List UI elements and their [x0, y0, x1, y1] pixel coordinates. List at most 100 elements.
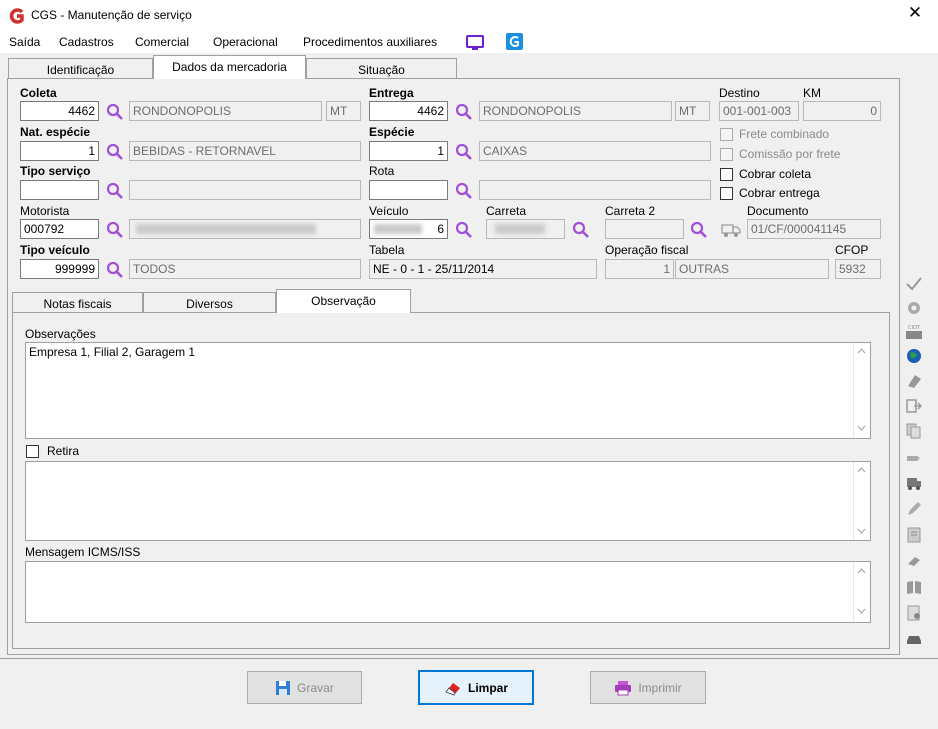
veiculo-input[interactable]: 6 [369, 219, 448, 239]
observacoes-text: Empresa 1, Filial 2, Garagem 1 [29, 345, 196, 359]
menu-comercial[interactable]: Comercial [135, 35, 189, 49]
tab-diversos[interactable]: Diversos [143, 292, 276, 312]
gear-icon[interactable] [905, 299, 923, 317]
nat-especie-search-icon[interactable] [106, 143, 124, 161]
tipo-veiculo-code-input[interactable]: 999999 [20, 259, 99, 279]
redacted-text [136, 224, 316, 234]
tabela-field: NE - 0 - 1 - 25/11/2014 [369, 259, 597, 279]
limpar-button[interactable]: Limpar [418, 670, 534, 705]
cobrar-entrega-checkbox[interactable] [720, 187, 733, 200]
check-icon[interactable] [905, 275, 923, 293]
entrega-search-icon[interactable] [455, 103, 473, 121]
rota-search-icon[interactable] [455, 182, 473, 200]
icms-textarea[interactable] [25, 561, 871, 623]
floppy-icon [276, 680, 291, 695]
tipo-servico-search-icon[interactable] [106, 182, 124, 200]
scroll-down-icon[interactable] [857, 528, 866, 534]
gravar-button[interactable]: Gravar [247, 671, 362, 704]
printer-icon [615, 680, 632, 695]
redacted-text [495, 224, 545, 234]
nat-especie-code-input[interactable]: 1 [20, 141, 99, 161]
retira-textarea[interactable] [25, 461, 871, 541]
truck-side-icon[interactable] [905, 474, 923, 492]
entrega-code-input[interactable]: 4462 [369, 101, 448, 121]
truck-icon[interactable] [721, 222, 741, 238]
documento-field: 01/CF/000041145 [747, 219, 881, 239]
scroll-down-icon[interactable] [857, 425, 866, 431]
tab-observacao[interactable]: Observação [276, 289, 411, 313]
tab-notas-fiscais[interactable]: Notas fiscais [12, 292, 143, 312]
cfop-label: CFOP [835, 243, 869, 257]
scroll-up-icon[interactable] [857, 568, 866, 574]
veiculo-label: Veículo [369, 204, 409, 218]
cobrar-coleta-checkbox[interactable] [720, 168, 733, 181]
export-icon[interactable] [905, 397, 923, 415]
monitor-icon[interactable] [465, 34, 485, 51]
menu-procedimentos-auxiliares[interactable]: Procedimentos auxiliares [303, 35, 437, 49]
scroll-up-icon[interactable] [857, 467, 866, 473]
entrega-city-field: RONDONOPOLIS [479, 101, 672, 121]
coleta-code-input[interactable]: 4462 [20, 101, 99, 121]
cobrar-coleta-label: Cobrar coleta [739, 167, 812, 181]
veiculo-search-icon[interactable] [455, 221, 473, 239]
ciot-icon[interactable]: CIOT [905, 323, 923, 341]
nat-especie-desc-field: BEBIDAS - RETORNAVEL [129, 141, 361, 161]
carreta2-label: Carreta 2 [605, 204, 656, 218]
book-icon[interactable] [905, 578, 923, 596]
observacoes-scrollbar[interactable] [853, 343, 870, 438]
observacoes-textarea[interactable]: Empresa 1, Filial 2, Garagem 1 [25, 342, 871, 439]
retira-checkbox[interactable] [26, 445, 39, 458]
tab-dados-mercadoria[interactable]: Dados da mercadoria [153, 55, 306, 79]
motorista-name-field [129, 219, 361, 239]
operacao-fiscal-desc-field: OUTRAS [675, 259, 829, 279]
menu-cadastros[interactable]: Cadastros [59, 35, 114, 49]
edit-icon[interactable] [905, 500, 923, 518]
tab-situacao[interactable]: Situação [306, 58, 457, 78]
carreta-label: Carreta [486, 204, 527, 218]
close-button[interactable]: ✕ [904, 3, 926, 23]
tipo-veiculo-desc-field: TODOS [129, 259, 361, 279]
cgs-shortcut-icon[interactable] [506, 33, 523, 50]
svg-text:CIOT: CIOT [908, 325, 921, 331]
scroll-down-icon[interactable] [857, 608, 866, 614]
comissao-frete-checkbox[interactable] [720, 148, 733, 161]
imprimir-button[interactable]: Imprimir [590, 671, 706, 704]
eraser2-icon[interactable] [905, 552, 923, 570]
tipo-veiculo-search-icon[interactable] [106, 261, 124, 279]
especie-desc-field: CAIXAS [479, 141, 711, 161]
icms-label: Mensagem ICMS/ISS [25, 545, 141, 559]
window-title: CGS - Manutenção de serviço [31, 8, 192, 22]
motorista-label: Motorista [20, 204, 70, 218]
cfop-field: 5932 [835, 259, 881, 279]
especie-code-input[interactable]: 1 [369, 141, 448, 161]
report-icon[interactable] [905, 604, 923, 622]
motorista-search-icon[interactable] [106, 221, 124, 239]
menu-operacional[interactable]: Operacional [213, 35, 278, 49]
carreta-search-icon[interactable] [572, 221, 590, 239]
nat-especie-label: Nat. espécie [20, 125, 91, 139]
cobrar-entrega-label: Cobrar entrega [739, 186, 820, 200]
eraser-icon[interactable] [905, 372, 923, 390]
motorista-code-input[interactable]: 000792 [20, 219, 99, 239]
imprimir-label: Imprimir [638, 680, 682, 695]
destino-field: 001-001-003 [719, 101, 799, 121]
document-icon[interactable] [905, 526, 923, 544]
frete-combinado-checkbox[interactable] [720, 128, 733, 141]
rota-code-input[interactable] [369, 180, 448, 200]
car-icon[interactable] [905, 630, 923, 648]
gravar-label: Gravar [297, 680, 334, 695]
copy-icon[interactable] [905, 422, 923, 440]
coleta-city-field: RONDONOPOLIS [129, 101, 322, 121]
entrega-label: Entrega [369, 86, 414, 100]
hand-icon[interactable] [905, 448, 923, 466]
scroll-up-icon[interactable] [857, 348, 866, 354]
menu-saida[interactable]: Saída [9, 35, 40, 49]
globe-icon[interactable] [905, 347, 923, 365]
coleta-search-icon[interactable] [106, 103, 124, 121]
tipo-servico-code-input[interactable] [20, 180, 99, 200]
especie-search-icon[interactable] [455, 143, 473, 161]
app-logo-icon [9, 8, 24, 24]
tabela-label: Tabela [369, 243, 405, 257]
tab-identificacao[interactable]: Identificação [8, 58, 153, 78]
carreta2-search-icon[interactable] [690, 221, 708, 239]
